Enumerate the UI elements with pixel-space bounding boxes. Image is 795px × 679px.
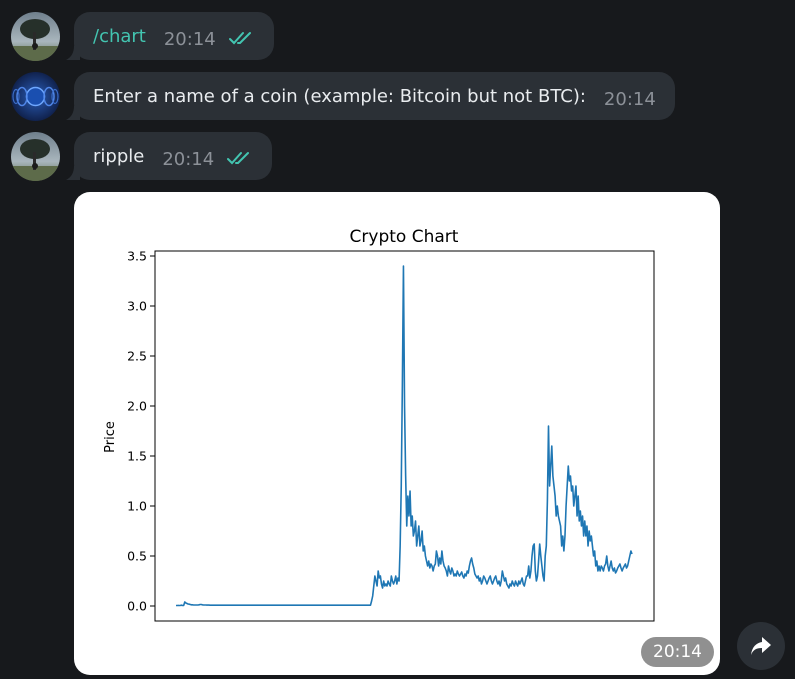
bot-avatar [11, 72, 60, 121]
forward-button[interactable] [737, 622, 785, 670]
double-check-icon [227, 150, 253, 169]
bubble-tail [66, 46, 80, 60]
y-tick-label: 1.5 [127, 449, 147, 464]
message-bubble-bot-prompt: Enter a name of a coin (example: Bitcoin… [66, 72, 675, 120]
message-time: 20:14 [603, 88, 656, 110]
message-bubble-user-input: ripple 20:14 [66, 132, 273, 180]
forward-icon [751, 637, 771, 655]
y-tick-label: 3.5 [127, 249, 147, 264]
double-check-icon [228, 30, 255, 49]
bubble-tail [66, 166, 80, 180]
message-time: 20:14 [162, 148, 215, 170]
y-axis-label: Price [103, 421, 118, 453]
y-axis-ticks: 0.0 0.5 1.0 1.5 2.0 2.5 3.0 3.5 [127, 249, 155, 614]
y-tick-label: 2.5 [127, 349, 147, 364]
y-tick-label: 0.5 [127, 549, 147, 564]
avatar [11, 132, 60, 181]
message-text: ripple [93, 145, 145, 167]
chart-image-message[interactable]: Crypto Chart Price 0.0 0.5 1.0 1.5 2.0 2.5 3.0… [74, 192, 720, 675]
message-bubble-command: /chart 20:14 [66, 12, 274, 60]
message-text: Enter a name of a coin (example: Bitcoin… [93, 85, 586, 107]
bubble-tail [66, 106, 80, 120]
chart-title: Crypto Chart [350, 227, 459, 247]
crypto-chart: Crypto Chart Price 0.0 0.5 1.0 1.5 2.0 2.5 3.0… [103, 227, 655, 622]
y-tick-label: 3.0 [127, 299, 147, 314]
message-time: 20:14 [163, 28, 216, 50]
photo-time-badge: 20:14 [641, 637, 714, 667]
y-tick-label: 0.0 [127, 599, 147, 614]
avatar [11, 12, 60, 61]
y-tick-label: 2.0 [127, 399, 147, 414]
price-line [176, 265, 633, 607]
y-tick-label: 1.0 [127, 499, 147, 514]
command-link[interactable]: /chart [93, 26, 146, 47]
